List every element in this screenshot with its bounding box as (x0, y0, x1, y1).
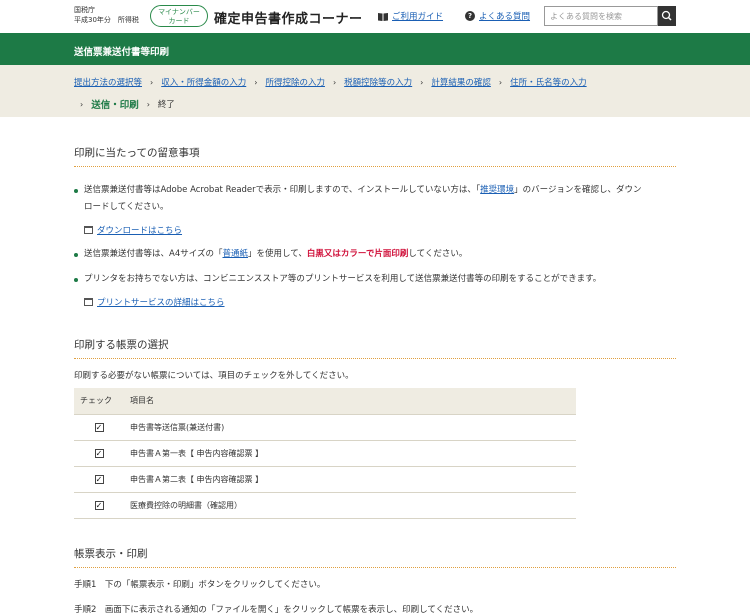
page-heading-bar: 送信票兼送付書等印刷 (0, 33, 750, 65)
notes-heading: 印刷に当たっての留意事項 (74, 145, 676, 167)
form-checkbox[interactable]: ✓ (94, 474, 104, 484)
breadcrumb-current: 送信・印刷 (91, 100, 139, 111)
print-step-2: 手順2 画面下に表示される通知の「ファイルを開く」をクリックして帳票を表示し、印… (74, 605, 479, 615)
download-link[interactable]: ダウンロードはこちら (84, 224, 182, 236)
download-link-label: ダウンロードはこちら (97, 226, 183, 236)
note-item-print-service: プリンタをお持ちでない方は、コンビニエンスストア等のプリントサービスを利用して送… (74, 271, 676, 288)
recommended-env-link[interactable]: 推奨環境 (480, 185, 514, 195)
table-row: ✓ 申告書Ａ第一表【 申告内容確認票 】 (74, 440, 576, 467)
form-name: 申告書Ａ第一表【 申告内容確認票 】 (124, 440, 576, 467)
column-header-check: チェック (74, 388, 124, 415)
book-icon (378, 12, 388, 21)
forms-note: 印刷する必要がない帳票については、項目のチェックを外してください。 (74, 371, 354, 381)
breadcrumb-steps: 提出方法の選択等 › 収入・所得金額の入力 › 所得控除の入力 › 税額控除等の… (74, 76, 587, 89)
external-window-icon (84, 298, 93, 306)
site-header: 国税庁 平成30年分 所得税 マイナンバー カード 確定申告書作成コーナー ご利… (0, 0, 750, 33)
note-item-reader: 送信票兼送付書等はAdobe Acrobat Readerで表示・印刷しますので… (74, 182, 676, 216)
mynumber-card-badge[interactable]: マイナンバー カード (150, 5, 208, 27)
note-text: してください。 (408, 249, 468, 259)
table-row: ✓ 申告書Ａ第二表【 申告内容確認票 】 (74, 466, 576, 493)
table-row: ✓ 医療費控除の明細書（確認用） (74, 492, 576, 519)
agency-label: 国税庁 平成30年分 所得税 (74, 5, 139, 25)
note-text: 」のバージョンを確認し、ダウン (514, 185, 642, 195)
agency-name: 国税庁 (74, 6, 95, 14)
breadcrumb: 提出方法の選択等 › 収入・所得金額の入力 › 所得控除の入力 › 税額控除等の… (0, 65, 750, 117)
note-item-paper: 送信票兼送付書等は、A4サイズの「普通紙」を使用して、白黒又はカラーで片面印刷し… (74, 246, 676, 263)
mynumber-line2: カード (168, 17, 190, 25)
print-heading: 帳票表示・印刷 (74, 546, 676, 568)
form-checkbox[interactable]: ✓ (94, 448, 104, 458)
column-header-item: 項目名 (124, 388, 576, 415)
site-title: 確定申告書作成コーナー (214, 12, 363, 27)
chevron-right-icon: › (498, 77, 503, 87)
search-icon (661, 10, 672, 21)
note-text: プリンタをお持ちでない方は、コンビニエンスストア等のプリントサービスを利用して送… (84, 274, 602, 284)
table-header-row: チェック 項目名 (74, 388, 576, 415)
external-window-icon (84, 226, 93, 234)
chevron-right-icon: › (80, 99, 84, 109)
note-text: ロードしてください。 (84, 202, 169, 212)
form-name: 申告書Ａ第二表【 申告内容確認票 】 (124, 466, 576, 493)
forms-table: チェック 項目名 ✓ 申告書等送信票(兼送付書) ✓ 申告書Ａ第一表【 申告内容… (74, 388, 576, 519)
breadcrumb-step[interactable]: 税額控除等の入力 (344, 76, 412, 88)
chevron-right-icon: › (420, 77, 424, 87)
form-name: 医療費控除の明細書（確認用） (124, 492, 576, 519)
chevron-right-icon: › (146, 99, 150, 109)
note-text: 」を使用して、 (248, 249, 307, 259)
form-checkbox[interactable]: ✓ (94, 500, 104, 510)
form-checkbox[interactable]: ✓ (94, 422, 104, 432)
faq-search-input[interactable]: よくある質問を検索 (544, 6, 658, 26)
breadcrumb-current-row: › 送信・印刷 › 終了 (80, 97, 175, 112)
guide-link[interactable]: ご利用ガイド (378, 10, 443, 22)
note-text: 送信票兼送付書等はAdobe Acrobat Readerで表示・印刷しますので… (84, 185, 481, 195)
search-button[interactable] (658, 6, 676, 26)
chevron-right-icon: › (332, 77, 337, 87)
breadcrumb-step[interactable]: 住所・氏名等の入力 (510, 76, 587, 88)
print-service-link[interactable]: プリントサービスの詳細はこちら (84, 296, 225, 308)
note-text: 送信票兼送付書等は、A4サイズの「 (84, 249, 223, 259)
mynumber-line1: マイナンバー (158, 8, 200, 16)
form-name: 申告書等送信票(兼送付書) (124, 414, 576, 441)
question-icon: ? (465, 11, 475, 21)
guide-link-label: ご利用ガイド (392, 12, 444, 22)
breadcrumb-step[interactable]: 収入・所得金額の入力 (161, 76, 246, 88)
table-row: ✓ 申告書等送信票(兼送付書) (74, 414, 576, 441)
plain-paper-link[interactable]: 普通紙 (222, 249, 248, 259)
faq-link-label: よくある質問 (479, 12, 531, 22)
tax-year: 平成30年分 所得税 (74, 16, 139, 24)
faq-link[interactable]: ? よくある質問 (465, 10, 530, 22)
breadcrumb-step[interactable]: 計算結果の確認 (431, 76, 491, 88)
chevron-right-icon: › (150, 77, 154, 87)
breadcrumb-final-step: 終了 (157, 100, 175, 110)
breadcrumb-step[interactable]: 提出方法の選択等 (74, 76, 142, 88)
print-step-1: 手順1 下の「帳票表示・印刷」ボタンをクリックしてください。 (74, 580, 326, 590)
page-heading: 送信票兼送付書等印刷 (74, 47, 170, 58)
print-mode-emphasis: 白黒又はカラーで片面印刷 (306, 249, 409, 259)
breadcrumb-step[interactable]: 所得控除の入力 (265, 76, 325, 88)
print-service-link-label: プリントサービスの詳細はこちら (97, 298, 225, 308)
forms-heading: 印刷する帳票の選択 (74, 337, 676, 359)
chevron-right-icon: › (254, 77, 258, 87)
